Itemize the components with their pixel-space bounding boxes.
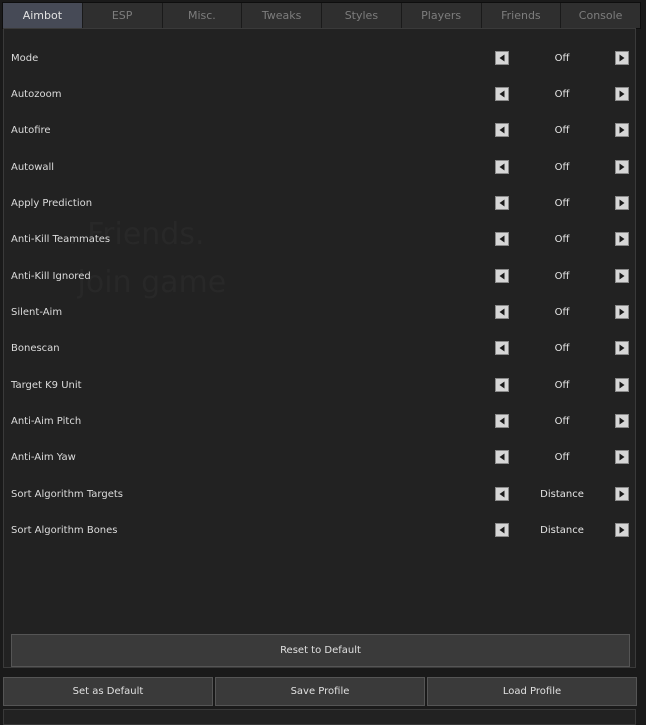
right-arrow-icon[interactable] <box>615 269 629 283</box>
right-arrow-icon[interactable] <box>615 51 629 65</box>
setting-label: Autowall <box>11 162 55 173</box>
setting-label: Autofire <box>11 125 51 136</box>
setting-value: Off <box>554 162 570 173</box>
setting-label: Sort Algorithm Targets <box>11 489 123 500</box>
right-arrow-icon[interactable] <box>615 450 629 464</box>
tab-aimbot[interactable]: Aimbot <box>3 3 83 28</box>
setting-row-anti-aim-pitch: Anti-Aim Pitch Off <box>4 414 635 434</box>
right-arrow-icon[interactable] <box>615 196 629 210</box>
right-arrow-icon[interactable] <box>615 341 629 355</box>
left-arrow-icon[interactable] <box>495 123 509 137</box>
right-arrow-icon[interactable] <box>615 523 629 537</box>
right-arrow-icon[interactable] <box>615 414 629 428</box>
setting-value: Off <box>554 271 570 282</box>
setting-value: Distance <box>540 525 584 536</box>
setting-row-sort-algorithm-targets: Sort Algorithm Targets Distance <box>4 487 635 507</box>
setting-row-sort-algorithm-bones: Sort Algorithm Bones Distance <box>4 523 635 543</box>
setting-value: Off <box>554 53 570 64</box>
setting-label: Anti-Aim Yaw <box>11 452 76 463</box>
right-arrow-icon[interactable] <box>615 232 629 246</box>
left-arrow-icon[interactable] <box>495 160 509 174</box>
tab-players[interactable]: Players <box>401 3 482 28</box>
tab-tweaks[interactable]: Tweaks <box>242 3 322 28</box>
right-arrow-icon[interactable] <box>615 305 629 319</box>
tab-misc[interactable]: Misc. <box>162 3 243 28</box>
setting-value: Off <box>554 380 570 391</box>
left-arrow-icon[interactable] <box>495 414 509 428</box>
setting-row-autowall: Autowall Off <box>4 160 635 180</box>
tab-styles[interactable]: Styles <box>322 3 402 28</box>
save-profile-button[interactable]: Save Profile <box>215 677 425 706</box>
setting-value: Distance <box>540 489 584 500</box>
right-arrow-icon[interactable] <box>615 160 629 174</box>
left-arrow-icon[interactable] <box>495 269 509 283</box>
setting-value: Off <box>554 198 570 209</box>
background-watermark: . Friends. join game <box>68 217 227 300</box>
setting-value: Off <box>554 89 570 100</box>
status-bar <box>3 709 636 725</box>
setting-row-anti-kill-ignored: Anti-Kill Ignored Off <box>4 269 635 289</box>
right-arrow-icon[interactable] <box>615 378 629 392</box>
left-arrow-icon[interactable] <box>495 196 509 210</box>
setting-label: Anti-Kill Teammates <box>11 234 111 245</box>
load-profile-button[interactable]: Load Profile <box>427 677 637 706</box>
setting-row-anti-aim-yaw: Anti-Aim Yaw Off <box>4 450 635 470</box>
reset-to-default-button[interactable]: Reset to Default <box>11 634 630 667</box>
tab-console[interactable]: Console <box>561 3 640 28</box>
setting-value: Off <box>554 234 570 245</box>
left-arrow-icon[interactable] <box>495 450 509 464</box>
tab-bar: Aimbot ESP Misc. Tweaks Styles Players F… <box>2 2 641 29</box>
tab-friends[interactable]: Friends <box>481 3 562 28</box>
set-as-default-button[interactable]: Set as Default <box>3 677 213 706</box>
setting-row-bonescan: Bonescan Off <box>4 341 635 361</box>
right-arrow-icon[interactable] <box>615 87 629 101</box>
left-arrow-icon[interactable] <box>495 487 509 501</box>
right-arrow-icon[interactable] <box>615 487 629 501</box>
setting-label: Autozoom <box>11 89 62 100</box>
setting-row-apply-prediction: Apply Prediction Off <box>4 196 635 216</box>
setting-value: Off <box>554 416 570 427</box>
setting-row-autofire: Autofire Off <box>4 123 635 143</box>
right-arrow-icon[interactable] <box>615 123 629 137</box>
setting-label: Mode <box>11 53 39 64</box>
left-arrow-icon[interactable] <box>495 87 509 101</box>
left-arrow-icon[interactable] <box>495 232 509 246</box>
setting-label: Apply Prediction <box>11 198 93 209</box>
setting-row-autozoom: Autozoom Off <box>4 87 635 107</box>
setting-row-mode: Mode Off <box>4 51 635 71</box>
left-arrow-icon[interactable] <box>495 523 509 537</box>
setting-label: Anti-Kill Ignored <box>11 271 91 282</box>
setting-label: Silent-Aim <box>11 307 63 318</box>
setting-value: Off <box>554 125 570 136</box>
setting-row-anti-kill-teammates: Anti-Kill Teammates Off <box>4 232 635 252</box>
setting-row-silent-aim: Silent-Aim Off <box>4 305 635 325</box>
setting-label: Sort Algorithm Bones <box>11 525 118 536</box>
setting-value: Off <box>554 343 570 354</box>
setting-value: Off <box>554 452 570 463</box>
left-arrow-icon[interactable] <box>495 305 509 319</box>
setting-label: Anti-Aim Pitch <box>11 416 82 427</box>
setting-label: Bonescan <box>11 343 60 354</box>
setting-label: Target K9 Unit <box>11 380 82 391</box>
setting-row-target-k9-unit: Target K9 Unit Off <box>4 378 635 398</box>
left-arrow-icon[interactable] <box>495 378 509 392</box>
setting-value: Off <box>554 307 570 318</box>
settings-panel: . Friends. join game Mode Off Autozoom O… <box>3 28 636 668</box>
left-arrow-icon[interactable] <box>495 51 509 65</box>
left-arrow-icon[interactable] <box>495 341 509 355</box>
tab-esp[interactable]: ESP <box>82 3 163 28</box>
